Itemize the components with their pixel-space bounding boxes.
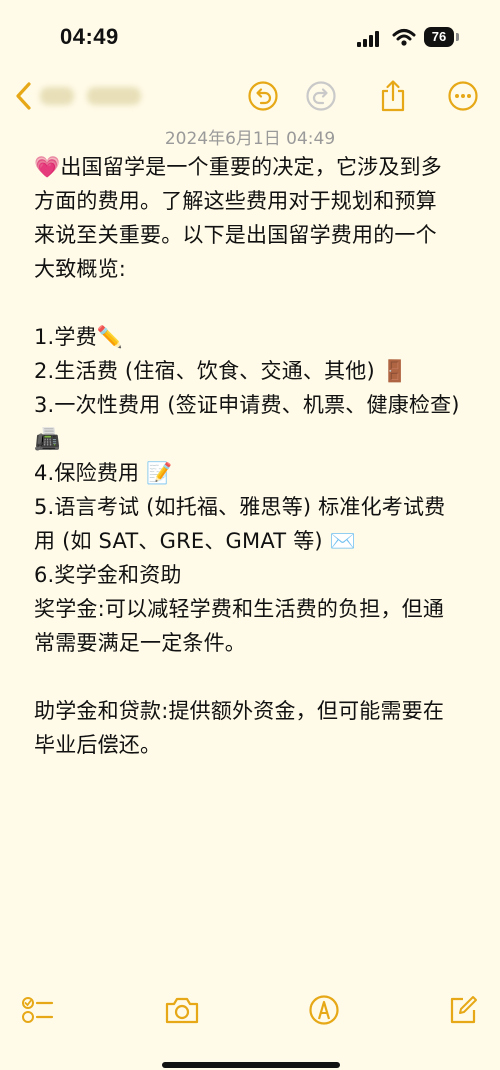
chevron-left-icon <box>16 82 31 110</box>
note-line: 💗出国留学是一个重要的决定，它涉及到多 <box>34 155 442 179</box>
compose-button[interactable] <box>443 990 483 1030</box>
share-button[interactable] <box>373 76 413 116</box>
note-line: 2.生活费 (住宿、饮食、交通、其他) 🚪 <box>34 359 409 383</box>
more-button[interactable] <box>443 76 483 116</box>
note-line: 3.一次性费用 (签证申请费、机票、健康检查) <box>34 393 460 417</box>
cellular-signal-icon <box>357 31 379 47</box>
compose-icon <box>450 996 477 1024</box>
redo-button[interactable] <box>301 76 341 116</box>
battery-level: 76 <box>424 27 454 47</box>
note-line: 大致概览: <box>34 257 127 281</box>
note-line: 来说至关重要。以下是出国留学费用的一个 <box>34 223 437 247</box>
undo-icon <box>248 81 278 111</box>
back-title-blurred[interactable] <box>40 82 170 110</box>
note-line: 6.奖学金和资助 <box>34 563 182 587</box>
note-toolbar <box>0 76 500 120</box>
status-time: 04:49 <box>60 24 119 49</box>
redo-icon <box>306 81 336 111</box>
note-line: 5.语言考试 (如托福、雅思等) 标准化考试费 <box>34 495 446 519</box>
note-line: 📠 <box>34 427 61 451</box>
home-indicator[interactable] <box>162 1062 340 1068</box>
note-line: 用 (如 SAT、GRE、GMAT 等) ✉️ <box>34 529 357 553</box>
note-body[interactable]: 💗出国留学是一个重要的决定，它涉及到多 方面的费用。了解这些费用对于规划和预算 … <box>34 150 474 762</box>
note-line: 助学金和贷款:提供额外资金，但可能需要在 <box>34 699 445 723</box>
markup-pen-icon <box>309 995 339 1025</box>
ellipsis-circle-icon <box>448 81 478 111</box>
note-line: 方面的费用。了解这些费用对于规划和预算 <box>34 189 437 213</box>
checklist-icon <box>22 997 54 1023</box>
note-line: 1.学费✏️ <box>34 325 124 349</box>
note-line <box>34 286 474 320</box>
battery-cap <box>456 33 459 41</box>
note-line: 毕业后偿还。 <box>34 733 162 757</box>
camera-button[interactable] <box>162 990 202 1030</box>
bottom-toolbar <box>0 990 500 1034</box>
share-icon <box>381 80 405 112</box>
wifi-icon <box>392 29 416 46</box>
undo-button[interactable] <box>243 76 283 116</box>
note-line <box>34 660 474 694</box>
status-bar: 04:49 76 <box>0 0 500 70</box>
camera-icon <box>165 997 199 1024</box>
checklist-button[interactable] <box>18 990 58 1030</box>
markup-button[interactable] <box>304 990 344 1030</box>
note-date: 2024年6月1日 04:49 <box>164 129 336 149</box>
note-line: 4.保险费用 📝 <box>34 461 173 485</box>
note-line: 常需要满足一定条件。 <box>34 631 246 655</box>
back-button[interactable] <box>4 76 44 116</box>
note-line: 奖学金:可以减轻学费和生活费的负担，但通 <box>34 597 445 621</box>
